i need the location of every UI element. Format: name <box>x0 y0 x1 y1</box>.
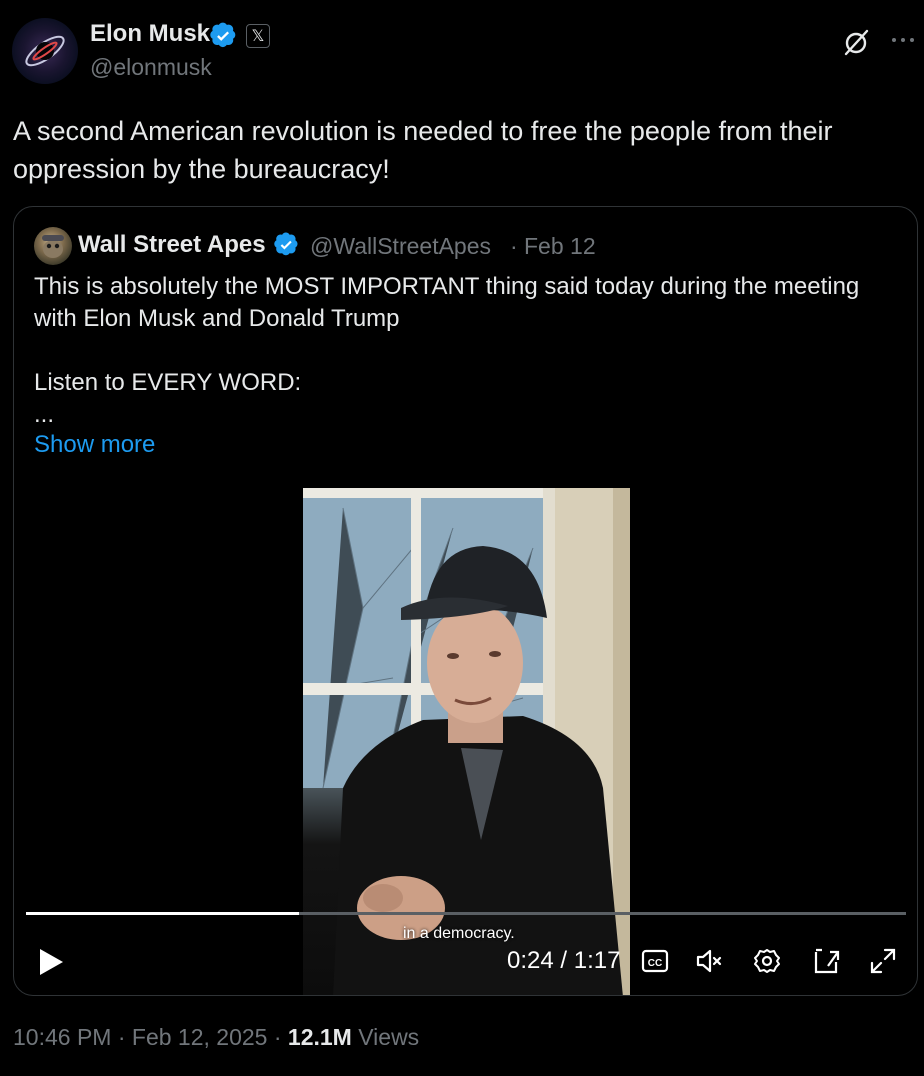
show-more-link[interactable]: Show more <box>34 431 155 459</box>
tweet-metadata: 10:46 PM · Feb 12, 2025 · 12.1M Views <box>13 1024 419 1051</box>
svg-text:CC: CC <box>648 958 662 969</box>
fullscreen-icon[interactable] <box>868 946 898 976</box>
video-progress-fill <box>26 912 299 915</box>
separator-dot: · <box>273 1024 282 1050</box>
video-caption: in a democracy. <box>403 925 515 942</box>
tweet-text: A second American revolution is needed t… <box>13 116 833 184</box>
author-avatar[interactable] <box>12 18 78 84</box>
views-count[interactable]: 12.1M <box>288 1024 352 1050</box>
muted-speaker-icon[interactable] <box>694 946 724 976</box>
separator-dot: · <box>510 233 518 259</box>
avatar-image <box>25 35 65 67</box>
gear-icon[interactable] <box>752 946 782 976</box>
video-frame <box>303 488 630 995</box>
quoted-tweet-date[interactable]: Feb 12 <box>524 233 596 260</box>
picture-in-picture-icon[interactable] <box>812 946 842 976</box>
verified-badge-icon <box>274 232 298 256</box>
more-icon[interactable] <box>889 26 917 54</box>
tweet-time[interactable]: 10:46 PM <box>13 1024 111 1050</box>
quoted-tweet-card[interactable]: Wall Street Apes @WallStreetApes · Feb 1… <box>13 206 918 996</box>
verified-badge-icon <box>210 22 236 48</box>
play-icon[interactable] <box>36 945 66 979</box>
video-time: 0:24 / 1:17 <box>507 947 621 974</box>
quoted-author-handle[interactable]: @WallStreetApes <box>310 233 491 260</box>
quoted-author-avatar[interactable] <box>34 227 72 265</box>
video-player[interactable] <box>303 488 630 995</box>
avatar-image <box>42 235 64 258</box>
affiliation-badge[interactable]: 𝕏 <box>246 24 270 48</box>
quoted-tweet-text: This is absolutely the MOST IMPORTANT th… <box>34 273 860 428</box>
separator-dot: · <box>117 1024 126 1050</box>
tweet-date[interactable]: Feb 12, 2025 <box>132 1024 268 1050</box>
closed-captions-icon[interactable]: CC <box>640 946 670 976</box>
quoted-author-name[interactable]: Wall Street Apes <box>78 231 266 259</box>
author-handle[interactable]: @elonmusk <box>90 54 212 81</box>
author-name[interactable]: Elon Musk <box>90 20 210 48</box>
grok-icon[interactable] <box>842 28 870 56</box>
views-label[interactable]: Views <box>358 1024 419 1050</box>
